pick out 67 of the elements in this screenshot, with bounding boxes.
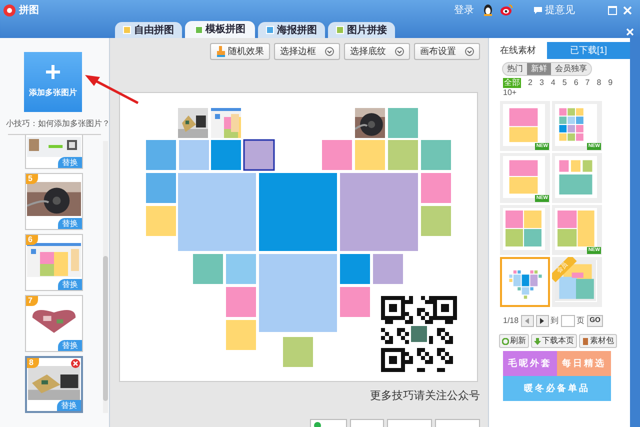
goto-label: 到 <box>550 315 559 327</box>
count-filter[interactable]: 8 <box>596 78 602 88</box>
count-filter[interactable]: 3 <box>539 78 544 88</box>
action-button[interactable]: 刷新 <box>499 334 529 348</box>
toolbar-button[interactable]: 选择底纹 <box>344 43 410 60</box>
number-badge: 7 <box>26 296 38 306</box>
layout-drawing <box>501 154 547 200</box>
count-filter[interactable]: 5 <box>562 78 567 88</box>
count-filter[interactable]: 7 <box>585 78 590 88</box>
photo-slot[interactable] <box>243 139 275 171</box>
maximize-icon[interactable] <box>608 6 617 14</box>
refresh-icon <box>502 338 509 344</box>
layout-drawing <box>553 258 599 304</box>
close-icon[interactable] <box>626 28 634 36</box>
layout-drawing <box>553 102 599 148</box>
tip-text: 小技巧：如何添加多张图片？ <box>6 118 109 130</box>
template-thumbnail[interactable] <box>552 153 602 203</box>
page-unit-label: 页 <box>576 315 585 327</box>
tab[interactable]: 模板拼图 <box>185 21 255 38</box>
count-filter[interactable]: 2 <box>528 78 532 88</box>
footer-note: 更多技巧请关注公众号 <box>370 388 480 404</box>
eye-logo-icon[interactable] <box>500 4 513 16</box>
action-button[interactable]: 下载本页 <box>531 334 577 348</box>
pointer-arrow <box>84 74 139 104</box>
count-filter[interactable]: 9 <box>608 78 613 88</box>
close-icon[interactable] <box>623 6 632 14</box>
action-button[interactable]: 素材包 <box>579 334 617 348</box>
template-thumbnail[interactable] <box>500 205 550 255</box>
toolbar-button[interactable]: 随机效果 <box>210 43 270 60</box>
chat-icon[interactable] <box>533 6 543 14</box>
number-badge: 6 <box>26 235 38 245</box>
template-thumbnail[interactable] <box>500 257 550 307</box>
delete-icon[interactable] <box>71 359 80 368</box>
toolbar-button[interactable]: 画布设置 <box>414 43 480 60</box>
chevron-icon <box>395 47 404 56</box>
layout-drawing <box>553 154 599 200</box>
tab[interactable]: 自由拼图 <box>115 22 182 38</box>
count-filter[interactable]: 6 <box>574 78 578 88</box>
number-badge: 5 <box>26 174 38 184</box>
tab[interactable]: 在线素材 <box>489 42 547 59</box>
chevron-icon <box>325 47 334 56</box>
page-count: 1/18 <box>503 315 519 327</box>
right-triangle-icon <box>540 318 544 324</box>
penguin-icon[interactable] <box>482 4 494 16</box>
logo-icon <box>3 4 16 16</box>
count-filter[interactable]: 4 <box>550 78 556 88</box>
layout-drawing <box>501 206 547 252</box>
left-triangle-icon <box>525 318 530 324</box>
layout-drawing <box>501 102 547 148</box>
scrollbar[interactable] <box>103 141 108 413</box>
layout-drawing <box>553 206 599 252</box>
chevron-icon <box>465 47 474 56</box>
filter-tab[interactable]: 热门 <box>503 63 527 75</box>
tab[interactable]: 海报拼图 <box>258 22 325 38</box>
hand-icon <box>216 46 225 57</box>
count-filter[interactable]: 10+ <box>503 88 517 98</box>
tab[interactable]: 图片拼接 <box>328 22 395 38</box>
toolbar-button[interactable]: 选择边框 <box>274 43 340 60</box>
next-page-button[interactable] <box>536 315 549 327</box>
window-title: 拼图 <box>19 4 39 18</box>
scrollbar-thumb[interactable] <box>103 256 108 401</box>
page-input[interactable] <box>560 315 575 327</box>
filter-tab[interactable]: 会员独享 <box>551 63 591 75</box>
package-icon <box>582 338 589 344</box>
plus-icon <box>46 65 60 79</box>
number-badge: 8 <box>27 358 39 368</box>
download-icon <box>534 338 541 344</box>
